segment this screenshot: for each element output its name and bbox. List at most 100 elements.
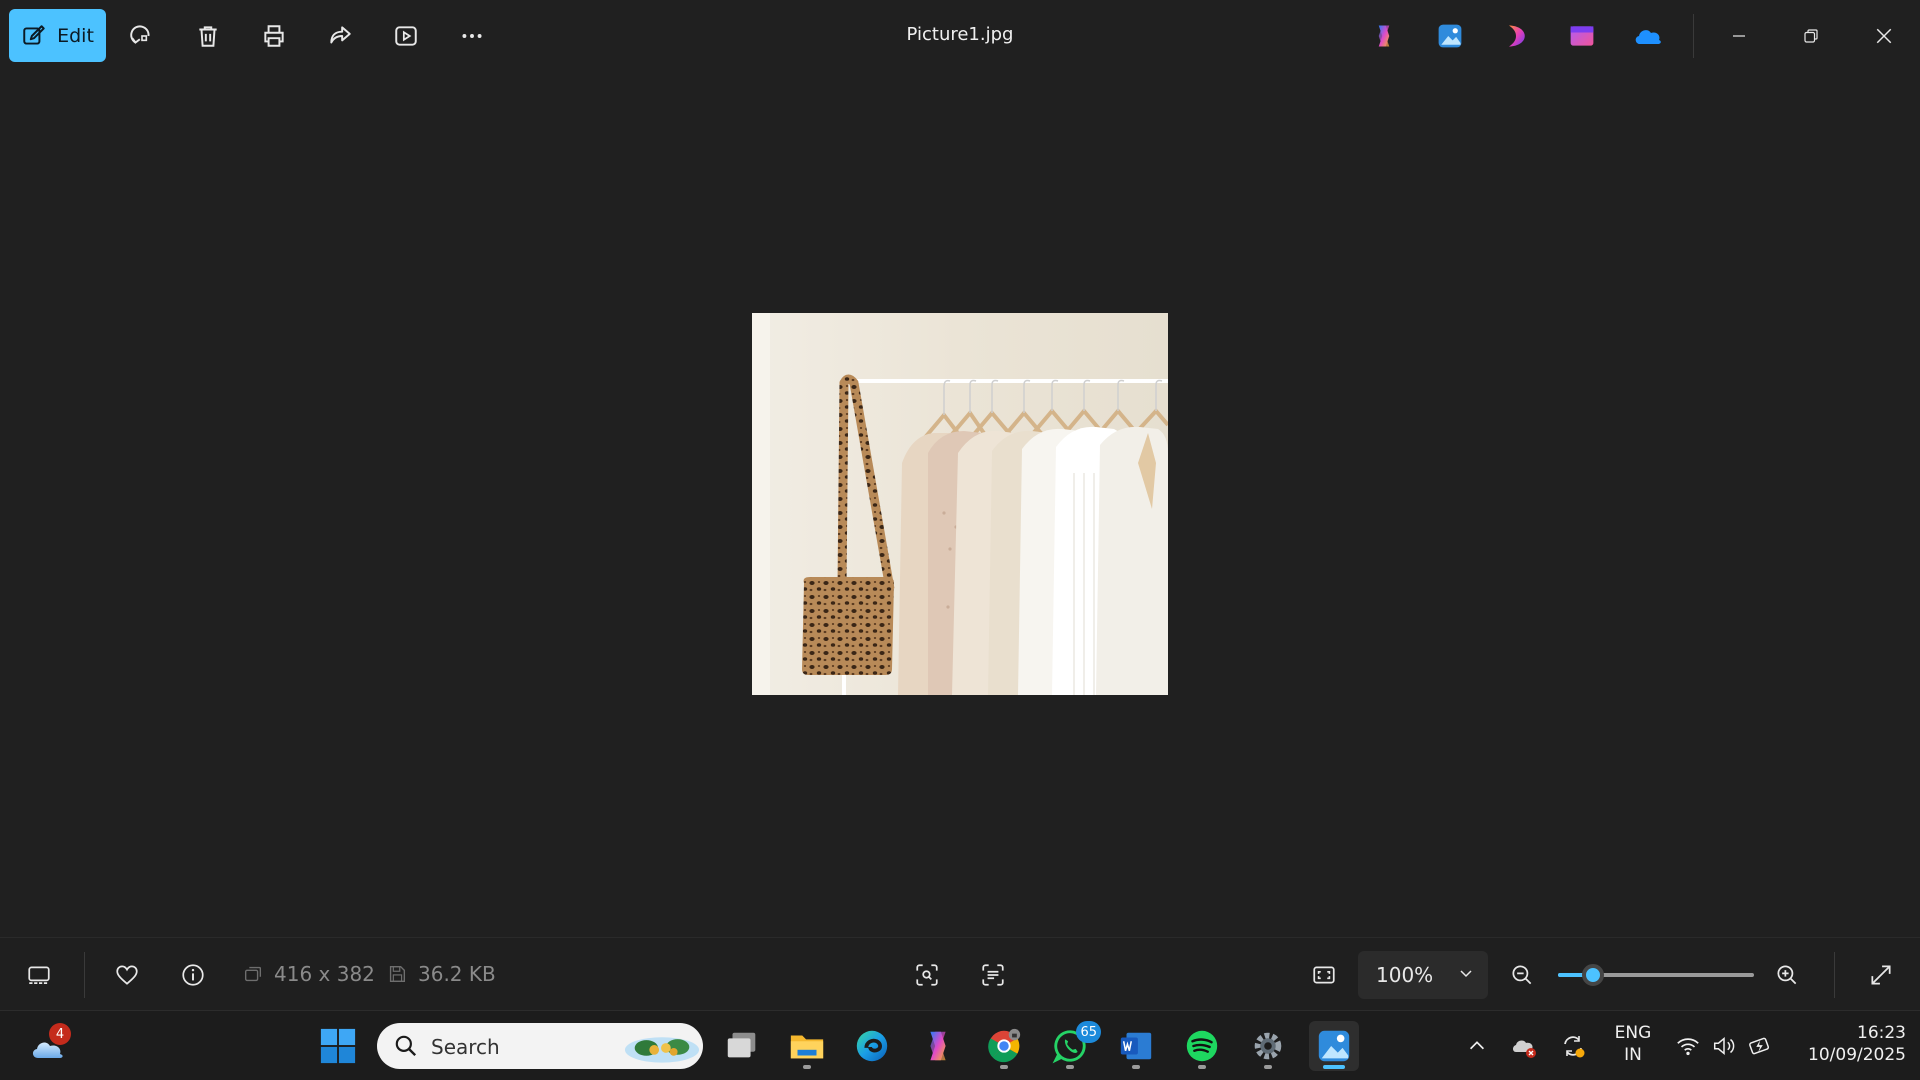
region-code: IN [1624, 1045, 1642, 1065]
share-icon [330, 26, 351, 44]
battery-charging-icon [1749, 1037, 1770, 1055]
photos-app-button[interactable] [1434, 20, 1466, 52]
copilot-icon [1378, 25, 1390, 47]
onedrive-button[interactable] [1632, 20, 1664, 52]
wifi-icon [1677, 1038, 1699, 1056]
zoom-in-button[interactable] [1768, 956, 1806, 994]
slideshow-button[interactable] [386, 16, 426, 56]
zoom-slider-thumb[interactable] [1582, 964, 1605, 986]
expand-icon [1871, 965, 1891, 985]
running-indicator [1066, 1065, 1074, 1069]
zoom-out-button[interactable] [1503, 956, 1541, 994]
save-disk-icon [389, 965, 406, 983]
minimize-button[interactable] [1717, 14, 1761, 58]
windows-logo-icon [320, 1028, 356, 1064]
image-dimensions: 416 x 382 [242, 962, 375, 986]
close-button[interactable] [1862, 14, 1906, 58]
show-hidden-icons-button[interactable] [1455, 1021, 1499, 1071]
file-explorer-button[interactable] [782, 1021, 832, 1071]
gear-icon [1254, 1032, 1282, 1060]
zoom-slider[interactable] [1558, 964, 1754, 986]
taskbar-search-box[interactable]: Search [377, 1023, 703, 1069]
task-view-button[interactable] [717, 1021, 767, 1071]
status-divider-1 [84, 952, 85, 998]
header-divider [1693, 14, 1694, 58]
photos-icon [1438, 24, 1462, 48]
status-divider-2 [1834, 952, 1835, 998]
running-indicator [1000, 1065, 1008, 1069]
zoom-in-icon [1777, 965, 1797, 985]
weather-widget[interactable]: 4 [23, 1021, 73, 1071]
spotify-icon [1186, 1030, 1218, 1062]
file-size-text: 36.2 KB [418, 962, 496, 986]
edit-image-icon [23, 24, 45, 45]
photos-taskbar-button[interactable] [1309, 1021, 1359, 1071]
edit-button[interactable]: Edit [9, 9, 106, 62]
close-icon [1876, 28, 1892, 44]
input-language-indicator[interactable]: ENG IN [1600, 1022, 1666, 1066]
chrome-browser-button[interactable] [979, 1021, 1029, 1071]
share-button[interactable] [320, 16, 360, 56]
more-icon [462, 34, 482, 38]
favorite-button[interactable] [108, 956, 146, 994]
onedrive-tray-button[interactable] [1502, 1021, 1546, 1071]
delete-button[interactable] [188, 16, 228, 56]
photos-taskbar-icon [1318, 1030, 1350, 1062]
copilot-button[interactable] [1368, 20, 1400, 52]
battery-button[interactable] [1740, 1021, 1780, 1071]
more-options-button[interactable] [452, 16, 492, 56]
spotify-button[interactable] [1177, 1021, 1227, 1071]
scan-text-icon [982, 964, 1004, 986]
wifi-button[interactable] [1668, 1021, 1708, 1071]
minimize-icon [1733, 35, 1745, 37]
filmstrip-button[interactable] [20, 956, 58, 994]
info-icon [182, 964, 204, 986]
running-indicator [1198, 1065, 1206, 1069]
onedrive-icon [1635, 30, 1661, 44]
word-button[interactable] [1111, 1021, 1161, 1071]
photos-app-window: Edit Picture1.jpg 416 x 382 36.2 KB 100% [0, 0, 1920, 1010]
copilot-taskbar-icon [930, 1031, 946, 1061]
fit-to-window-button[interactable] [1305, 956, 1343, 994]
filmstrip-icon [28, 966, 50, 984]
active-indicator [1323, 1065, 1345, 1069]
rotate-button[interactable] [122, 16, 162, 56]
search-icon [395, 1035, 417, 1057]
rotate-icon [130, 25, 150, 44]
print-button[interactable] [254, 16, 294, 56]
top-toolbar: Edit Picture1.jpg [0, 0, 1920, 72]
clothes-rack-photo [752, 313, 1168, 695]
restore-icon [1804, 29, 1818, 43]
bottom-status-bar: 416 x 382 36.2 KB 100% [0, 937, 1920, 1010]
clipchamp-icon [1509, 25, 1525, 47]
running-indicator [803, 1065, 811, 1069]
file-info-button[interactable] [174, 956, 212, 994]
designer-button[interactable] [1566, 20, 1598, 52]
copilot-taskbar-button[interactable] [913, 1021, 963, 1071]
whatsapp-button[interactable]: 65 [1045, 1021, 1101, 1071]
search-highlight-illustration-icon [624, 1037, 700, 1063]
visual-search-button[interactable] [908, 956, 946, 994]
language-code: ENG [1614, 1023, 1652, 1043]
designer-icon [1570, 26, 1594, 46]
clock[interactable]: 16:23 10/09/2025 [1784, 1022, 1906, 1066]
zoom-level-dropdown[interactable]: 100% [1358, 951, 1488, 999]
full-screen-button[interactable] [1862, 956, 1900, 994]
sync-status-button[interactable] [1551, 1021, 1595, 1071]
clipchamp-button[interactable] [1500, 20, 1532, 52]
word-icon [1120, 1032, 1152, 1060]
search-placeholder: Search [431, 1035, 500, 1059]
scan-text-button[interactable] [974, 956, 1012, 994]
settings-button[interactable] [1243, 1021, 1293, 1071]
weather-badge: 4 [49, 1023, 71, 1045]
window-title: Picture1.jpg [906, 24, 1014, 45]
sync-icon [1564, 1036, 1585, 1058]
edge-browser-button[interactable] [847, 1021, 897, 1071]
clock-time: 16:23 [1857, 1023, 1906, 1043]
displayed-image[interactable] [752, 313, 1168, 695]
volume-button[interactable] [1704, 1021, 1744, 1071]
restore-button[interactable] [1789, 14, 1833, 58]
print-icon [264, 25, 284, 47]
edit-button-label: Edit [57, 24, 94, 47]
start-button[interactable] [313, 1021, 363, 1071]
